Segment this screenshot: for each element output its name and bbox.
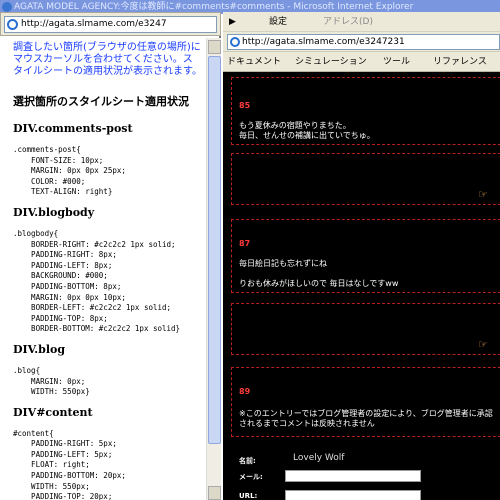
page-content: 85 もう夏休みの宿題やりまちた。 毎日、せんせの補講に出ていでちゅ。 ☞ 87…: [223, 73, 500, 500]
comment-hand-icon[interactable]: ☞: [478, 188, 488, 201]
scroll-up-icon[interactable]: [208, 40, 221, 54]
menu-bar: ▶ 設定 アドレス(D): [223, 12, 500, 32]
popup-heading: 選択箇所のスタイルシート適用状況: [13, 95, 189, 108]
comment-post-box: [231, 303, 500, 355]
popup-notice: 調査したい箇所(ブラウザの任意の場所)にマウスカーソルを合わせてください。スタイ…: [13, 42, 202, 77]
css-rules-list: DIV.comments-post .comments-post{ FONT-SI…: [13, 122, 202, 500]
url-label: URL:: [239, 492, 258, 500]
css-selector: DIV.comments-post: [13, 122, 133, 135]
comment-number: 85: [239, 101, 251, 110]
popup-address-input[interactable]: http://agata.slmame.com/e3247: [4, 16, 217, 33]
css-declarations: .comments-post{ FONT-SIZE: 10px; MARGIN:…: [13, 145, 126, 197]
toolbar-tools[interactable]: ツール: [383, 52, 410, 71]
css-declarations: .blogbody{ BORDER-RIGHT: #c2c2c2 1px sol…: [13, 228, 181, 334]
comment-number: 89: [239, 387, 251, 396]
address-label: アドレス(D): [323, 17, 373, 27]
scroll-thumb[interactable]: [208, 56, 221, 444]
toolbar-reference[interactable]: リファレンス: [433, 52, 487, 71]
name-value: Lovely Wolf: [293, 453, 345, 463]
menu-arrow-icon[interactable]: ▶: [229, 12, 236, 31]
window-title: AGATA MODEL AGENCY:今度は教師に#comments#comme…: [14, 2, 414, 12]
name-label: 名前:: [239, 457, 256, 465]
popup-address-bar: http://agata.slmame.com/e3247: [0, 12, 221, 36]
toolbar-documents[interactable]: ドキュメント: [227, 52, 281, 71]
address-input[interactable]: http://agata.slmame.com/e3247231: [227, 34, 500, 50]
main-browser: ▶ 設定 アドレス(D) http://agata.slmame.com/e32…: [223, 12, 500, 500]
popup-scrollbar[interactable]: [206, 38, 221, 500]
url-input[interactable]: [285, 490, 421, 500]
ie-page-icon: [230, 37, 240, 47]
ie-page-icon: [7, 19, 18, 30]
css-selector: DIV#content: [13, 405, 93, 419]
toolbar-simulation[interactable]: シミュレーション: [295, 52, 367, 71]
css-declarations: .blog{ MARGIN: 0px; WIDTH: 550px}: [13, 365, 90, 397]
comment-hand-icon[interactable]: ☞: [478, 338, 488, 351]
screen: AGATA MODEL AGENCY:今度は教師に#comments#comme…: [0, 0, 500, 500]
web-developer-toolbar: ドキュメント シミュレーション ツール リファレンス: [223, 52, 500, 72]
style-inspector-popup: http://agata.slmame.com/e3247 調査したい箇所(ブラ…: [0, 12, 221, 500]
ie-logo-icon: [2, 2, 12, 12]
comment-text: 毎日絵日記も忘れずにね りおも休みがほしいので 毎日はなしですww: [239, 259, 399, 288]
css-declarations: #content{ PADDING-RIGHT: 5px; PADDING-LE…: [13, 428, 126, 500]
mail-label: メール:: [239, 473, 263, 481]
comment-number: 87: [239, 239, 251, 248]
popup-body: 調査したい箇所(ブラウザの任意の場所)にマウスカーソルを合わせてください。スタイ…: [0, 38, 206, 500]
comment-text: ※このエントリーではブログ管理者の設定により、ブログ管理者に承認されるまでコメン…: [239, 409, 493, 428]
address-bar: http://agata.slmame.com/e3247231: [223, 32, 500, 52]
comment-text: もう夏休みの宿題やりまちた。 毎日、せんせの補講に出ていでちゅ。: [239, 121, 375, 140]
menu-settings[interactable]: 設定: [269, 12, 287, 31]
comment-post-box: [231, 153, 500, 205]
css-selector: DIV.blogbody: [13, 205, 95, 219]
mail-input[interactable]: [285, 470, 421, 482]
scroll-down-icon[interactable]: [208, 486, 221, 500]
css-selector: DIV.blog: [13, 342, 66, 356]
